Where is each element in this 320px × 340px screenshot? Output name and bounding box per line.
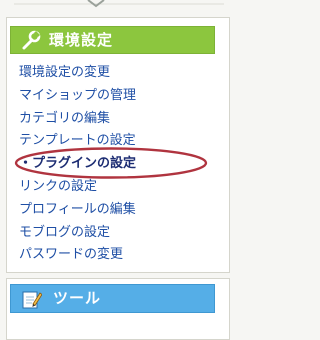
menu-item-myshop-management[interactable]: マイショップの管理 <box>19 85 219 108</box>
menu-item-change-password[interactable]: パスワードの変更 <box>19 244 219 267</box>
settings-menu: 環境設定の変更 マイショップの管理 カテゴリの編集 テンプレートの設定 ・プラグ… <box>19 62 219 267</box>
menu-item-template-settings[interactable]: テンプレートの設定 <box>19 130 219 153</box>
menu-item-edit-categories[interactable]: カテゴリの編集 <box>19 108 219 131</box>
notepad-pencil-icon <box>22 291 42 309</box>
menu-item-link-settings[interactable]: リンクの設定 <box>19 176 219 199</box>
wrench-icon <box>22 30 41 50</box>
menu-item-plugin-settings[interactable]: ・プラグインの設定 <box>19 153 219 176</box>
settings-panel-title: 環境設定 <box>49 31 114 49</box>
settings-panel-header: 環境設定 <box>10 26 215 54</box>
menu-item-moblog-settings[interactable]: モブログの設定 <box>19 222 219 245</box>
menu-item-change-settings[interactable]: 環境設定の変更 <box>19 62 219 85</box>
menu-item-edit-profile[interactable]: プロフィールの編集 <box>19 199 219 222</box>
tools-panel-title: ツール <box>53 289 102 307</box>
top-divider-ornament <box>14 0 224 8</box>
tools-panel-header: ツール <box>10 284 215 313</box>
